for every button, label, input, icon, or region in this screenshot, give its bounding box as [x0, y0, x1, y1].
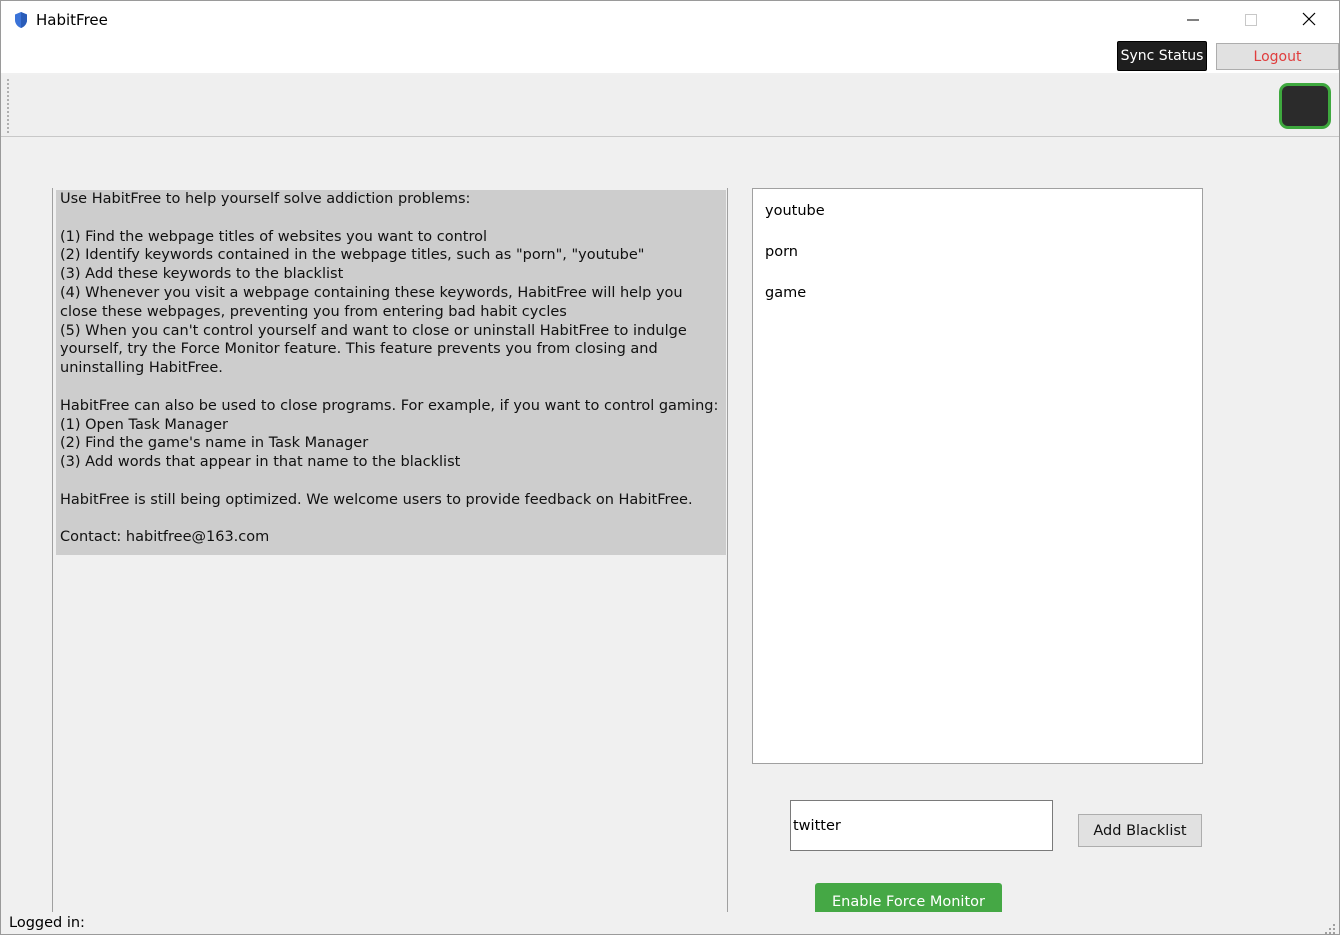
logout-button[interactable]: Logout: [1216, 43, 1339, 70]
minimize-icon: [1187, 11, 1199, 30]
app-window: HabitFree Sync Status Logout Use HabitFr…: [0, 0, 1340, 935]
blacklist-item[interactable]: game: [765, 285, 806, 301]
login-status: Logged in:: [9, 915, 85, 931]
blacklist-list[interactable]: youtube porn game: [752, 188, 1203, 764]
sync-status-button[interactable]: Sync Status: [1117, 41, 1207, 71]
maximize-icon: [1245, 11, 1257, 30]
instruction-line: (2) Identify keywords contained in the w…: [60, 247, 645, 264]
instruction-line: (3) Add these keywords to the blacklist: [60, 266, 344, 283]
instructions-panel: Use HabitFree to help yourself solve add…: [52, 188, 728, 912]
keyword-input[interactable]: [790, 800, 1053, 851]
instruction-line: (1) Open Task Manager: [60, 416, 228, 433]
instruction-line: (1) Find the webpage titles of websites …: [60, 228, 488, 245]
resize-grip-icon[interactable]: [1324, 920, 1336, 934]
blacklist-item[interactable]: youtube: [765, 203, 825, 219]
instructions-text: Use HabitFree to help yourself solve add…: [56, 190, 726, 555]
instruction-line: Contact: habitfree@163.com: [60, 529, 270, 546]
instruction-line: (2) Find the game's name in Task Manager: [60, 435, 369, 452]
instruction-line: HabitFree is still being optimized. We w…: [60, 491, 693, 508]
toolbar-grip[interactable]: [7, 79, 9, 133]
monitor-status-indicator[interactable]: [1279, 83, 1331, 129]
minimize-button[interactable]: [1165, 5, 1221, 35]
instruction-line: (5) When you can't control yourself and …: [60, 322, 692, 377]
instruction-line: [60, 378, 722, 397]
instruction-line: Use HabitFree to help yourself solve add…: [60, 191, 471, 207]
instruction-line: HabitFree can also be used to close prog…: [60, 397, 719, 414]
title-bar: HabitFree Sync Status Logout: [1, 1, 1339, 73]
instruction-line: [60, 510, 722, 529]
instruction-line: [60, 209, 722, 228]
window-title: HabitFree: [36, 11, 108, 29]
add-blacklist-button[interactable]: Add Blacklist: [1078, 814, 1202, 847]
instruction-line: (4) Whenever you visit a webpage contain…: [60, 284, 688, 320]
close-icon: [1302, 11, 1316, 30]
status-bar: Logged in:: [1, 912, 1339, 934]
close-button[interactable]: [1281, 5, 1337, 35]
maximize-button[interactable]: [1223, 5, 1279, 35]
instruction-line: (3) Add words that appear in that name t…: [60, 454, 461, 471]
shield-icon: [13, 11, 29, 29]
blacklist-item[interactable]: porn: [765, 244, 798, 260]
toolbar: [1, 75, 1339, 137]
instruction-line: [60, 472, 722, 491]
